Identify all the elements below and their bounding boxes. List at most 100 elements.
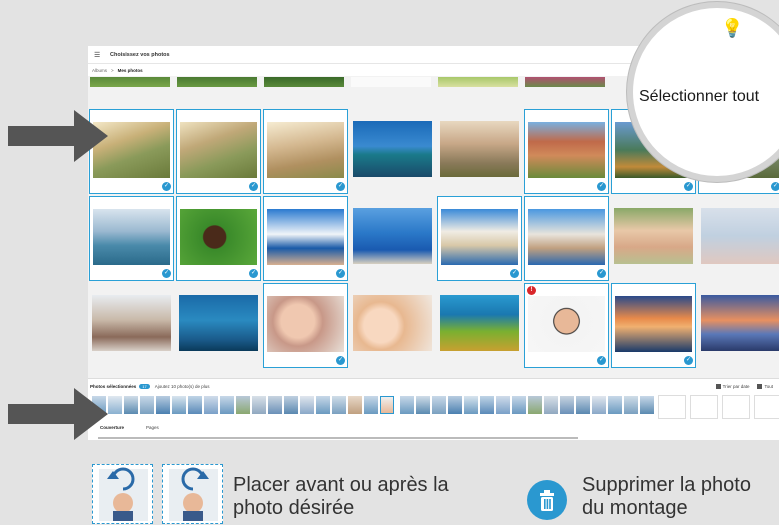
reorder-card <box>92 464 153 524</box>
selected-thumb[interactable] <box>608 396 622 414</box>
selected-thumb[interactable] <box>332 396 346 414</box>
lightbulb-icon[interactable]: 💡 <box>721 18 743 39</box>
breadcrumb-albums[interactable]: Albums <box>92 68 107 73</box>
selected-thumb[interactable] <box>400 396 414 414</box>
photo-tile[interactable]: ✓ <box>176 109 261 194</box>
selected-thumb[interactable] <box>284 396 298 414</box>
photo-tile[interactable] <box>176 283 261 368</box>
photo-image <box>614 208 693 264</box>
check-icon[interactable]: ✓ <box>684 182 693 191</box>
selected-thumb[interactable] <box>204 396 218 414</box>
sort-by-date-button[interactable]: Trier par date <box>715 383 750 389</box>
selected-thumb[interactable] <box>316 396 330 414</box>
photo-tile[interactable] <box>611 196 696 281</box>
photo-tile[interactable] <box>350 283 435 368</box>
selected-thumb[interactable] <box>592 396 606 414</box>
selected-thumb[interactable] <box>624 396 638 414</box>
empty-slot[interactable] <box>690 395 718 419</box>
check-icon[interactable]: ✓ <box>510 269 519 278</box>
check-icon[interactable]: ✓ <box>336 182 345 191</box>
selected-thumb[interactable] <box>172 396 186 414</box>
photo-tile[interactable] <box>698 283 779 368</box>
selected-thumb[interactable] <box>432 396 446 414</box>
selected-thumb[interactable] <box>416 396 430 414</box>
check-icon[interactable]: ✓ <box>597 182 606 191</box>
check-icon[interactable]: ✓ <box>336 269 345 278</box>
check-icon[interactable]: ✓ <box>771 182 779 191</box>
check-icon[interactable]: ✓ <box>249 269 258 278</box>
photo-tile[interactable]: ✓ <box>611 283 696 368</box>
selected-thumb[interactable] <box>348 396 362 414</box>
photo-image <box>353 295 432 351</box>
selected-thumb[interactable] <box>448 396 462 414</box>
selected-thumb[interactable] <box>268 396 282 414</box>
selected-thumb[interactable] <box>236 396 250 414</box>
empty-slot[interactable] <box>658 395 686 419</box>
photo-tile[interactable]: ! ✓ <box>524 283 609 368</box>
selected-thumb[interactable] <box>300 396 314 414</box>
check-icon[interactable]: ✓ <box>684 356 693 365</box>
delete-all-button[interactable]: Tout <box>757 383 773 389</box>
partial-photo[interactable] <box>438 77 518 87</box>
photo-tile[interactable] <box>350 196 435 281</box>
empty-slot[interactable] <box>722 395 750 419</box>
photo-tile[interactable]: ✓ <box>263 196 348 281</box>
photo-tile[interactable] <box>437 283 522 368</box>
selected-count-badge: 17 <box>139 383 150 389</box>
selected-thumb[interactable] <box>140 396 154 414</box>
close-icon[interactable]: ✕ <box>651 24 659 35</box>
trash-glyph <box>540 490 554 511</box>
selected-thumb[interactable] <box>252 396 266 414</box>
photo-image <box>180 209 257 265</box>
horizontal-scrollbar[interactable] <box>98 437 578 439</box>
selected-thumb[interactable] <box>464 396 478 414</box>
photo-tile[interactable] <box>89 283 174 368</box>
check-icon[interactable]: ✓ <box>162 182 171 191</box>
photo-image <box>441 209 518 265</box>
selected-thumb[interactable] <box>544 396 558 414</box>
partial-photo[interactable] <box>351 77 431 87</box>
check-icon[interactable]: ✓ <box>162 269 171 278</box>
photo-image <box>353 121 432 177</box>
reorder-illustration <box>92 464 228 524</box>
selected-thumb[interactable] <box>512 396 526 414</box>
photo-image <box>180 122 257 178</box>
tab-pages[interactable]: Pages <box>146 425 159 430</box>
photo-tile[interactable]: ✓ <box>89 196 174 281</box>
photo-tile[interactable]: ✓ <box>176 196 261 281</box>
partial-photo[interactable] <box>264 77 344 87</box>
check-icon[interactable]: ✓ <box>249 182 258 191</box>
photo-tile[interactable]: ✓ <box>263 283 348 368</box>
selected-thumb-active[interactable] <box>380 396 394 414</box>
hamburger-icon[interactable]: ☰ <box>94 51 102 59</box>
partial-photo[interactable] <box>525 77 605 87</box>
selected-thumb[interactable] <box>364 396 378 414</box>
photo-tile[interactable]: ✓ <box>263 109 348 194</box>
empty-slot[interactable] <box>754 395 779 419</box>
check-icon[interactable]: ✓ <box>597 356 606 365</box>
selected-thumb[interactable] <box>528 396 542 414</box>
photo-tile[interactable] <box>350 109 435 194</box>
selected-thumb[interactable] <box>220 396 234 414</box>
select-all-button[interactable]: Sélectionner tout <box>639 88 759 106</box>
selected-thumb[interactable] <box>560 396 574 414</box>
selected-thumb[interactable] <box>576 396 590 414</box>
selected-thumb[interactable] <box>188 396 202 414</box>
photo-tile[interactable] <box>437 109 522 194</box>
selected-thumb[interactable] <box>496 396 510 414</box>
photo-image <box>267 122 344 178</box>
photo-tile[interactable]: ✓ <box>524 196 609 281</box>
photo-tile[interactable]: ✓ <box>437 196 522 281</box>
breadcrumb-separator: > <box>111 67 114 73</box>
check-icon[interactable]: ✓ <box>336 356 345 365</box>
partial-photo[interactable] <box>90 77 170 87</box>
sort-label: Trier par date <box>722 383 750 389</box>
selected-thumb[interactable] <box>124 396 138 414</box>
photo-tile[interactable] <box>698 196 779 281</box>
photo-tile[interactable]: ✓ <box>524 109 609 194</box>
partial-photo[interactable] <box>177 77 257 87</box>
selected-thumb[interactable] <box>480 396 494 414</box>
selected-thumb[interactable] <box>156 396 170 414</box>
check-icon[interactable]: ✓ <box>597 269 606 278</box>
selected-thumb[interactable] <box>640 396 654 414</box>
